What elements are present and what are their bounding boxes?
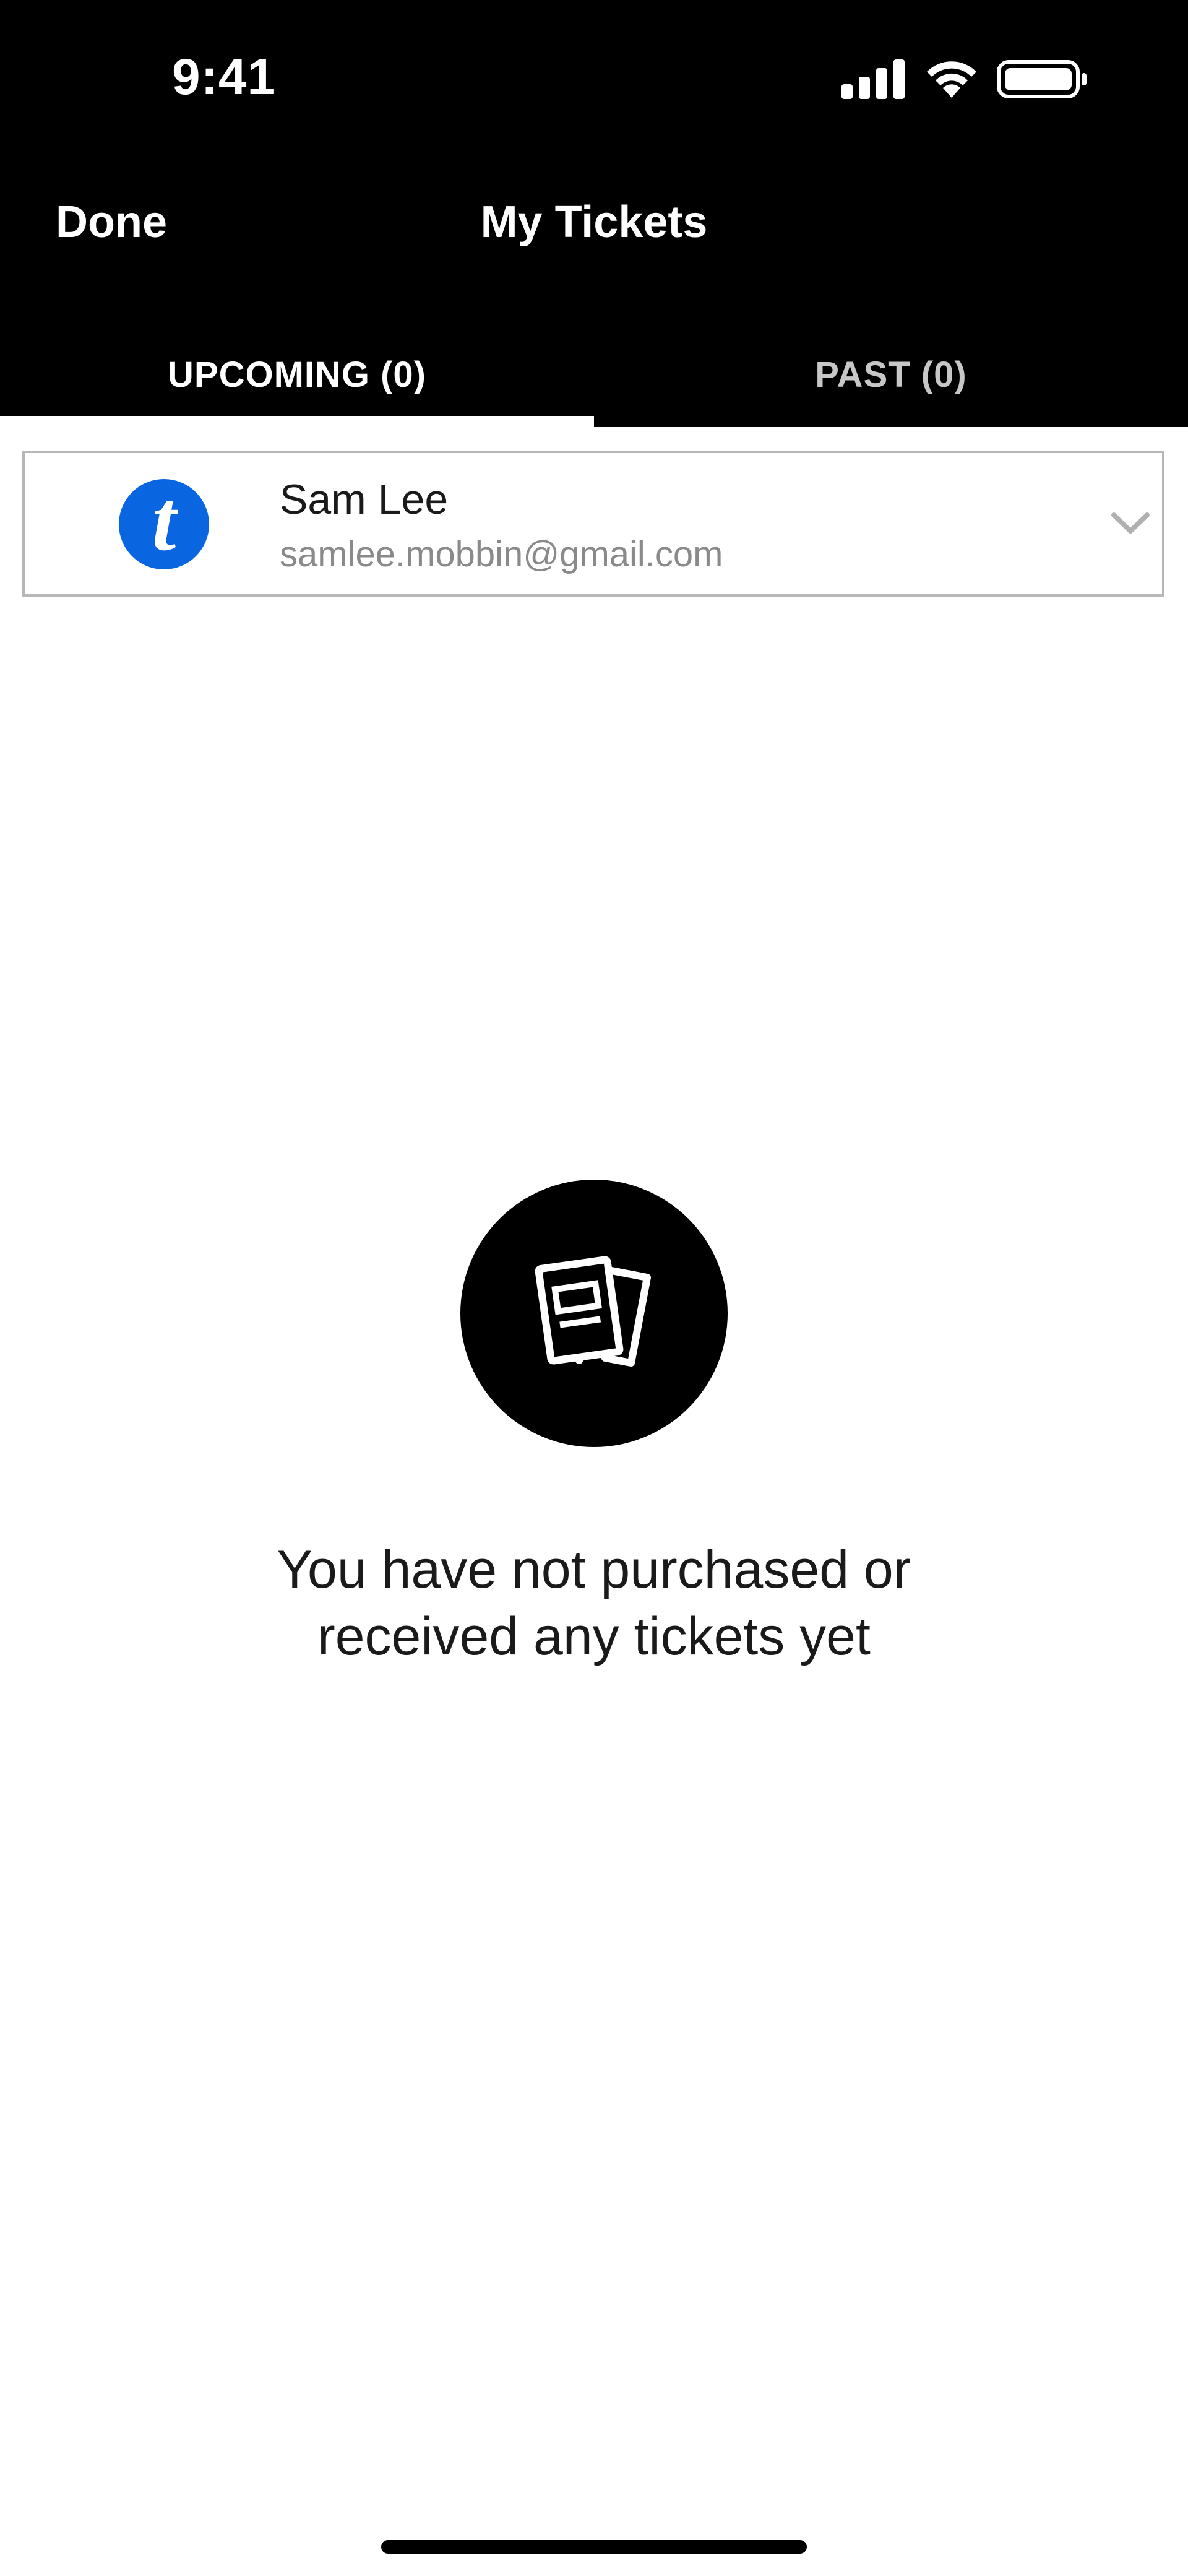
page-title: My Tickets [480, 197, 708, 247]
tickets-icon [535, 1256, 651, 1367]
status-icons [842, 57, 1089, 106]
app-header: 9:41 Done My Tickets UPCOMING (0) PAST (… [0, 0, 1188, 427]
empty-state-message: You have not purchased or received any t… [0, 1536, 1188, 1670]
empty-state-line-2: received any tickets yet [317, 1607, 871, 1666]
ticketmaster-logo-icon: t [119, 473, 209, 569]
logo-letter: t [152, 473, 176, 569]
tab-selected-indicator [0, 416, 594, 427]
battery-icon [997, 60, 1087, 98]
tab-upcoming[interactable]: UPCOMING (0) [0, 322, 594, 427]
tab-bar: UPCOMING (0) PAST (0) [0, 322, 1188, 427]
wifi-icon [927, 61, 976, 98]
account-selector[interactable]: t Sam Lee samlee.mobbin@gmail.com [22, 451, 1164, 597]
empty-state-icon-circle [460, 1180, 728, 1447]
chevron-down-icon[interactable] [1109, 508, 1152, 538]
tab-past[interactable]: PAST (0) [594, 322, 1188, 427]
account-email: samlee.mobbin@gmail.com [280, 534, 723, 574]
signal-icon [842, 59, 905, 99]
empty-state-line-1: You have not purchased or [277, 1540, 911, 1599]
home-indicator[interactable] [381, 2540, 807, 2554]
status-time: 9:41 [172, 49, 277, 105]
account-name: Sam Lee [280, 476, 449, 523]
